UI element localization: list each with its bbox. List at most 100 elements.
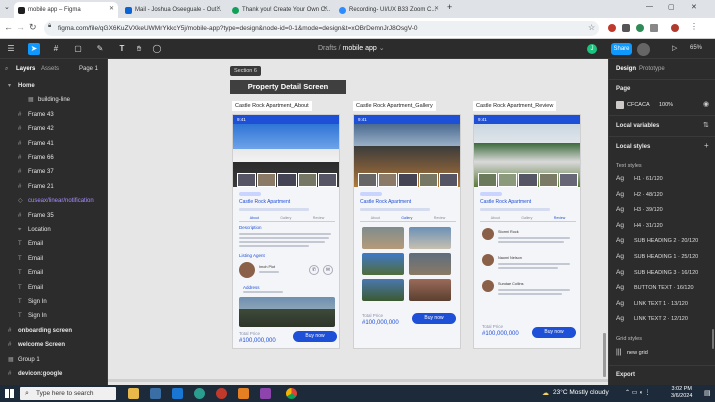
gallery-image[interactable]: [409, 227, 451, 249]
layer-item[interactable]: ⌖ Location: [0, 223, 107, 237]
minimize-icon[interactable]: —: [646, 3, 653, 10]
horizontal-scrollbar[interactable]: [108, 379, 608, 382]
browser-tab[interactable]: mobile app – Figma ✕: [14, 2, 118, 18]
back-icon[interactable]: ←: [4, 22, 13, 32]
tab-review[interactable]: Review: [313, 216, 324, 221]
page-opacity-value[interactable]: 100%: [659, 102, 673, 108]
layer-item[interactable]: ◇ cuseax/linear/notification: [0, 194, 107, 208]
file-explorer-icon[interactable]: [128, 388, 139, 399]
frame-gallery[interactable]: 9:41 Castle Rock Apartment About Gallery…: [353, 114, 461, 349]
hand-tool-icon[interactable]: ✋︎: [133, 43, 145, 55]
notification-icon[interactable]: ▤: [704, 389, 711, 397]
team-name[interactable]: Drafts: [318, 45, 337, 52]
tab-about[interactable]: About: [250, 216, 259, 221]
layer-item[interactable]: # devicon:google: [0, 367, 107, 381]
clock[interactable]: 3:02 PM 3/6/2024: [671, 386, 692, 400]
layer-item[interactable]: ▦ building-line: [0, 93, 107, 107]
frame-label[interactable]: Castle Rock Apartment_About: [232, 101, 312, 111]
text-style-item[interactable]: SUB HEADING 2 · 20/120: [634, 238, 698, 244]
avatar[interactable]: J: [587, 44, 597, 54]
buy-now-button[interactable]: Buy now: [412, 313, 456, 324]
text-style-item[interactable]: SUB HEADING 3 · 16/120: [634, 270, 698, 276]
store-icon[interactable]: [150, 388, 161, 399]
extension-icon[interactable]: [608, 24, 616, 32]
sidebar-icon[interactable]: [650, 24, 658, 32]
vertical-scrollbar[interactable]: [603, 333, 606, 377]
extension-icon[interactable]: [622, 24, 630, 32]
forward-icon[interactable]: →: [16, 22, 25, 32]
profile-avatar-icon[interactable]: [671, 24, 679, 32]
color-swatch[interactable]: [616, 101, 624, 109]
layer-item[interactable]: ▾ Home: [0, 79, 107, 93]
main-menu-icon[interactable]: ☰: [5, 43, 17, 55]
browser-tab[interactable]: Recording- UI/UX B33 Zoom C... ✕: [335, 2, 443, 18]
tab-review[interactable]: Review: [434, 216, 445, 221]
layer-item[interactable]: # Frame 43: [0, 108, 107, 122]
variables-settings-icon[interactable]: ⇅: [703, 121, 709, 129]
text-style-item[interactable]: SUB HEADING 1 · 25/120: [634, 254, 698, 260]
url-field[interactable]: figma.com/file/qGX6KuZVXkeUWMrYkkcY5j/mo…: [44, 21, 599, 36]
frame-review[interactable]: 9:41 Castle Rock Apartment About Gallery…: [473, 114, 581, 349]
text-style-item[interactable]: H4 · 31/120: [634, 223, 663, 229]
shape-tool-icon[interactable]: ▢: [72, 43, 84, 55]
layer-item[interactable]: # Frame 41: [0, 137, 107, 151]
layer-item[interactable]: # Frame 66: [0, 151, 107, 165]
gallery-image[interactable]: [362, 279, 404, 301]
text-style-item[interactable]: H1 · 61/120: [634, 176, 663, 182]
text-tool-icon[interactable]: T: [116, 43, 128, 55]
pen-tool-icon[interactable]: ✎: [94, 43, 106, 55]
chevron-down-icon[interactable]: ⌄: [379, 45, 385, 52]
reload-icon[interactable]: ↻: [29, 22, 37, 33]
share-button[interactable]: Share: [611, 43, 632, 55]
tab-layers[interactable]: Layers: [16, 66, 35, 72]
text-style-item[interactable]: BUTTON TEXT · 16/120: [634, 285, 694, 291]
add-style-icon[interactable]: +: [704, 141, 709, 150]
layer-item[interactable]: T Email: [0, 237, 107, 251]
search-icon[interactable]: ⌕: [5, 66, 8, 73]
local-variables-heading[interactable]: Local variables: [616, 123, 659, 129]
text-style-item[interactable]: H3 · 39/120: [634, 207, 663, 213]
layer-item[interactable]: # welcome Screen: [0, 338, 107, 352]
tab-review[interactable]: Review: [554, 216, 565, 221]
text-style-item[interactable]: LINK TEXT 2 · 12/120: [634, 316, 688, 322]
tab-gallery[interactable]: Gallery: [521, 216, 532, 221]
layer-item[interactable]: T Email: [0, 266, 107, 280]
gallery-image[interactable]: [362, 227, 404, 249]
tab-gallery[interactable]: Gallery: [280, 216, 291, 221]
layer-item[interactable]: T Email: [0, 252, 107, 266]
phone-icon[interactable]: ✆: [309, 265, 319, 275]
close-tab-icon[interactable]: ✕: [323, 5, 328, 12]
move-tool-icon[interactable]: ➤: [28, 43, 40, 55]
avatar[interactable]: [637, 43, 650, 56]
maximize-icon[interactable]: ▢: [668, 3, 675, 11]
layer-item[interactable]: T Sign In: [0, 295, 107, 309]
vertical-scrollbar[interactable]: [712, 329, 714, 349]
buy-now-button[interactable]: Buy now: [532, 327, 576, 338]
text-style-item[interactable]: LINK TEXT 1 · 13/120: [634, 301, 688, 307]
layer-item[interactable]: # Frame 35: [0, 209, 107, 223]
gallery-image[interactable]: [409, 279, 451, 301]
file-name[interactable]: mobile app: [343, 45, 377, 52]
frame-about[interactable]: 9:41 Castle Rock Apartment About Gallery…: [232, 114, 340, 349]
gallery-image[interactable]: [362, 253, 404, 275]
browser-menu-icon[interactable]: ⋮: [690, 22, 698, 31]
weather-icon[interactable]: ☁: [542, 389, 549, 397]
grid-style-item[interactable]: new grid: [627, 350, 648, 356]
eye-icon[interactable]: ◉: [703, 100, 709, 108]
tab-design[interactable]: Design: [616, 66, 636, 72]
chrome-icon[interactable]: [286, 388, 297, 399]
buy-now-button[interactable]: Buy now: [293, 331, 337, 342]
layer-item[interactable]: # Frame 37: [0, 165, 107, 179]
layer-item[interactable]: # onboarding screen: [0, 324, 107, 338]
star-icon[interactable]: ☆: [588, 23, 595, 32]
tab-gallery[interactable]: Gallery: [401, 216, 412, 221]
layer-item[interactable]: ▦ Group 1: [0, 353, 107, 367]
page-color-value[interactable]: CFCACA: [627, 102, 650, 108]
taskbar-search-input[interactable]: ⌕ Type here to search: [20, 387, 116, 400]
text-style-item[interactable]: H2 · 48/120: [634, 192, 663, 198]
windows-start-icon[interactable]: [5, 389, 14, 398]
lock-icon[interactable]: 🔒︎: [48, 23, 51, 30]
app-icon[interactable]: [216, 388, 227, 399]
frame-tool-icon[interactable]: #: [50, 43, 62, 55]
frame-label[interactable]: Castle Rock Apartment_Review: [473, 101, 557, 111]
